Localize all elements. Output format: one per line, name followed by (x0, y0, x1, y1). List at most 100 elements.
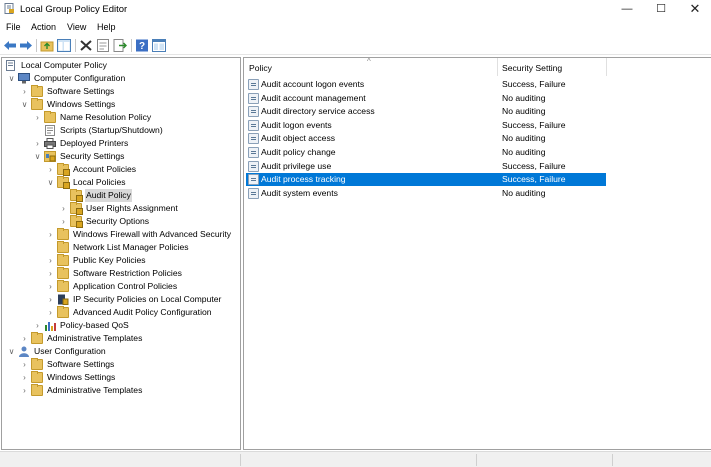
tree-item[interactable]: › User Rights Assignment (2, 202, 240, 215)
menu-help[interactable]: Help (97, 22, 116, 32)
list-row[interactable]: Audit logon events Success, Failure (246, 119, 606, 132)
collapsed-chevron-icon[interactable]: › (20, 384, 29, 397)
tree-item[interactable]: ∨ Local Policies (2, 176, 240, 189)
details-list[interactable]: Policy ^ Security Setting Audit account … (243, 57, 711, 450)
show-hide-tree-icon[interactable] (57, 39, 71, 52)
collapsed-chevron-icon[interactable]: › (33, 137, 42, 150)
tree-item-label: Advanced Audit Policy Configuration (73, 307, 212, 317)
list-row[interactable]: Audit process tracking Success, Failure (246, 173, 606, 187)
tree-item[interactable]: › Software Settings (2, 358, 240, 371)
collapsed-chevron-icon[interactable]: › (46, 267, 55, 280)
close-button[interactable]: ✕ (678, 0, 711, 19)
menu-file[interactable]: File (6, 22, 21, 32)
collapsed-chevron-icon[interactable]: › (20, 332, 29, 345)
expanded-chevron-icon[interactable]: ∨ (46, 176, 55, 189)
tree-item[interactable]: Audit Policy (2, 189, 240, 202)
tree-item[interactable]: › Deployed Printers (2, 137, 240, 150)
expanded-chevron-icon[interactable]: ∨ (7, 72, 16, 85)
forward-icon[interactable] (19, 39, 33, 52)
svg-text:?: ? (139, 41, 145, 52)
properties-icon[interactable] (96, 39, 110, 52)
tree-item[interactable]: Scripts (Startup/Shutdown) (2, 124, 240, 137)
collapsed-chevron-icon[interactable]: › (59, 215, 68, 228)
collapsed-chevron-icon[interactable]: › (46, 280, 55, 293)
tree-item[interactable]: › Windows Settings (2, 371, 240, 384)
expanded-chevron-icon[interactable]: ∨ (20, 98, 29, 111)
tree-item[interactable]: › Advanced Audit Policy Configuration (2, 306, 240, 319)
tree-item[interactable]: ∨ User Configuration (2, 345, 240, 358)
list-row[interactable]: Audit account logon events Success, Failu… (246, 78, 606, 91)
list-row[interactable]: Audit account management No auditing (246, 92, 606, 105)
folder-icon (31, 98, 43, 110)
tree-item-label: Security Options (86, 216, 150, 226)
tree-item[interactable]: › Windows Firewall with Advanced Security (2, 228, 240, 241)
menu-action[interactable]: Action (31, 22, 56, 32)
collapsed-chevron-icon[interactable]: › (46, 228, 55, 241)
computer-icon (18, 73, 30, 84)
column-header-policy[interactable]: Policy (249, 63, 272, 73)
up-folder-icon[interactable] (40, 39, 54, 52)
collapsed-chevron-icon[interactable]: › (20, 85, 29, 98)
tree-item[interactable]: › Policy-based QoS (2, 319, 240, 332)
collapsed-chevron-icon[interactable]: › (46, 306, 55, 319)
collapsed-chevron-icon[interactable]: › (20, 371, 29, 384)
list-header: Policy ^ Security Setting (244, 58, 711, 76)
console-tree[interactable]: Local Computer Policy ∨ Computer Configura… (1, 57, 241, 450)
list-row[interactable]: Audit directory service access No auditin… (246, 105, 606, 118)
security-setting-value: No auditing (502, 106, 546, 117)
column-divider[interactable] (606, 58, 607, 76)
collapsed-chevron-icon[interactable]: › (33, 111, 42, 124)
list-row[interactable]: Audit privilege use Success, Failure (246, 160, 606, 173)
list-row[interactable]: Audit system events No auditing (246, 187, 606, 200)
tree-item[interactable]: › Software Settings (2, 85, 240, 98)
tree-item[interactable]: Network List Manager Policies (2, 241, 240, 254)
policy-name: Audit account logon events (261, 79, 365, 89)
tree-item[interactable]: ∨ Computer Configuration (2, 72, 240, 85)
expanded-chevron-icon[interactable]: ∨ (7, 345, 16, 358)
tree-item-label: Windows Settings (47, 99, 116, 109)
collapsed-chevron-icon[interactable]: › (20, 358, 29, 371)
folder-icon (31, 358, 43, 370)
tree-item[interactable]: › Account Policies (2, 163, 240, 176)
user-icon (18, 346, 30, 357)
tree-item[interactable]: › Application Control Policies (2, 280, 240, 293)
tree-item-label: Windows Firewall with Advanced Security (73, 229, 232, 239)
status-bar (0, 451, 711, 467)
list-row[interactable]: Audit policy change No auditing (246, 146, 606, 159)
folder-icon (31, 332, 43, 344)
tree-item[interactable]: Local Computer Policy (2, 59, 240, 72)
export-list-icon[interactable] (113, 39, 127, 52)
delete-icon[interactable] (79, 39, 93, 52)
minimize-button[interactable]: — (610, 0, 644, 19)
tree-item-label: Network List Manager Policies (73, 242, 189, 252)
list-row[interactable]: Audit object access No auditing (246, 132, 606, 145)
console-view-icon[interactable] (152, 39, 166, 52)
tree-item[interactable]: ∨ Windows Settings (2, 98, 240, 111)
collapsed-chevron-icon[interactable]: › (33, 319, 42, 332)
maximize-button[interactable]: ☐ (644, 0, 678, 19)
help-icon[interactable]: ? (135, 39, 149, 52)
collapsed-chevron-icon[interactable]: › (59, 202, 68, 215)
collapsed-chevron-icon[interactable]: › (46, 254, 55, 267)
tree-item[interactable]: › Security Options (2, 215, 240, 228)
tree-item[interactable]: ∨ Security Settings (2, 150, 240, 163)
tree-item-label: Computer Configuration (34, 73, 126, 83)
back-icon[interactable] (3, 39, 17, 52)
tree-item[interactable]: › IP Security Policies on Local Computer (2, 293, 240, 306)
folder-icon (31, 384, 43, 396)
collapsed-chevron-icon[interactable]: › (46, 293, 55, 306)
security-setting-value: Success, Failure (502, 119, 566, 130)
expanded-chevron-icon[interactable]: ∨ (33, 150, 42, 163)
tree-item[interactable]: › Administrative Templates (2, 332, 240, 345)
tree-item[interactable]: › Software Restriction Policies (2, 267, 240, 280)
menu-view[interactable]: View (67, 22, 86, 32)
policy-name: Audit logon events (261, 119, 332, 130)
tree-item[interactable]: › Administrative Templates (2, 384, 240, 397)
tree-item[interactable]: › Public Key Policies (2, 254, 240, 267)
collapsed-chevron-icon[interactable]: › (46, 163, 55, 176)
tree-item[interactable]: › Name Resolution Policy (2, 111, 240, 124)
policy-name: Audit object access (261, 133, 336, 144)
security-setting-value: No auditing (502, 187, 546, 198)
column-divider[interactable] (497, 58, 498, 76)
column-header-security-setting[interactable]: Security Setting (502, 63, 562, 73)
